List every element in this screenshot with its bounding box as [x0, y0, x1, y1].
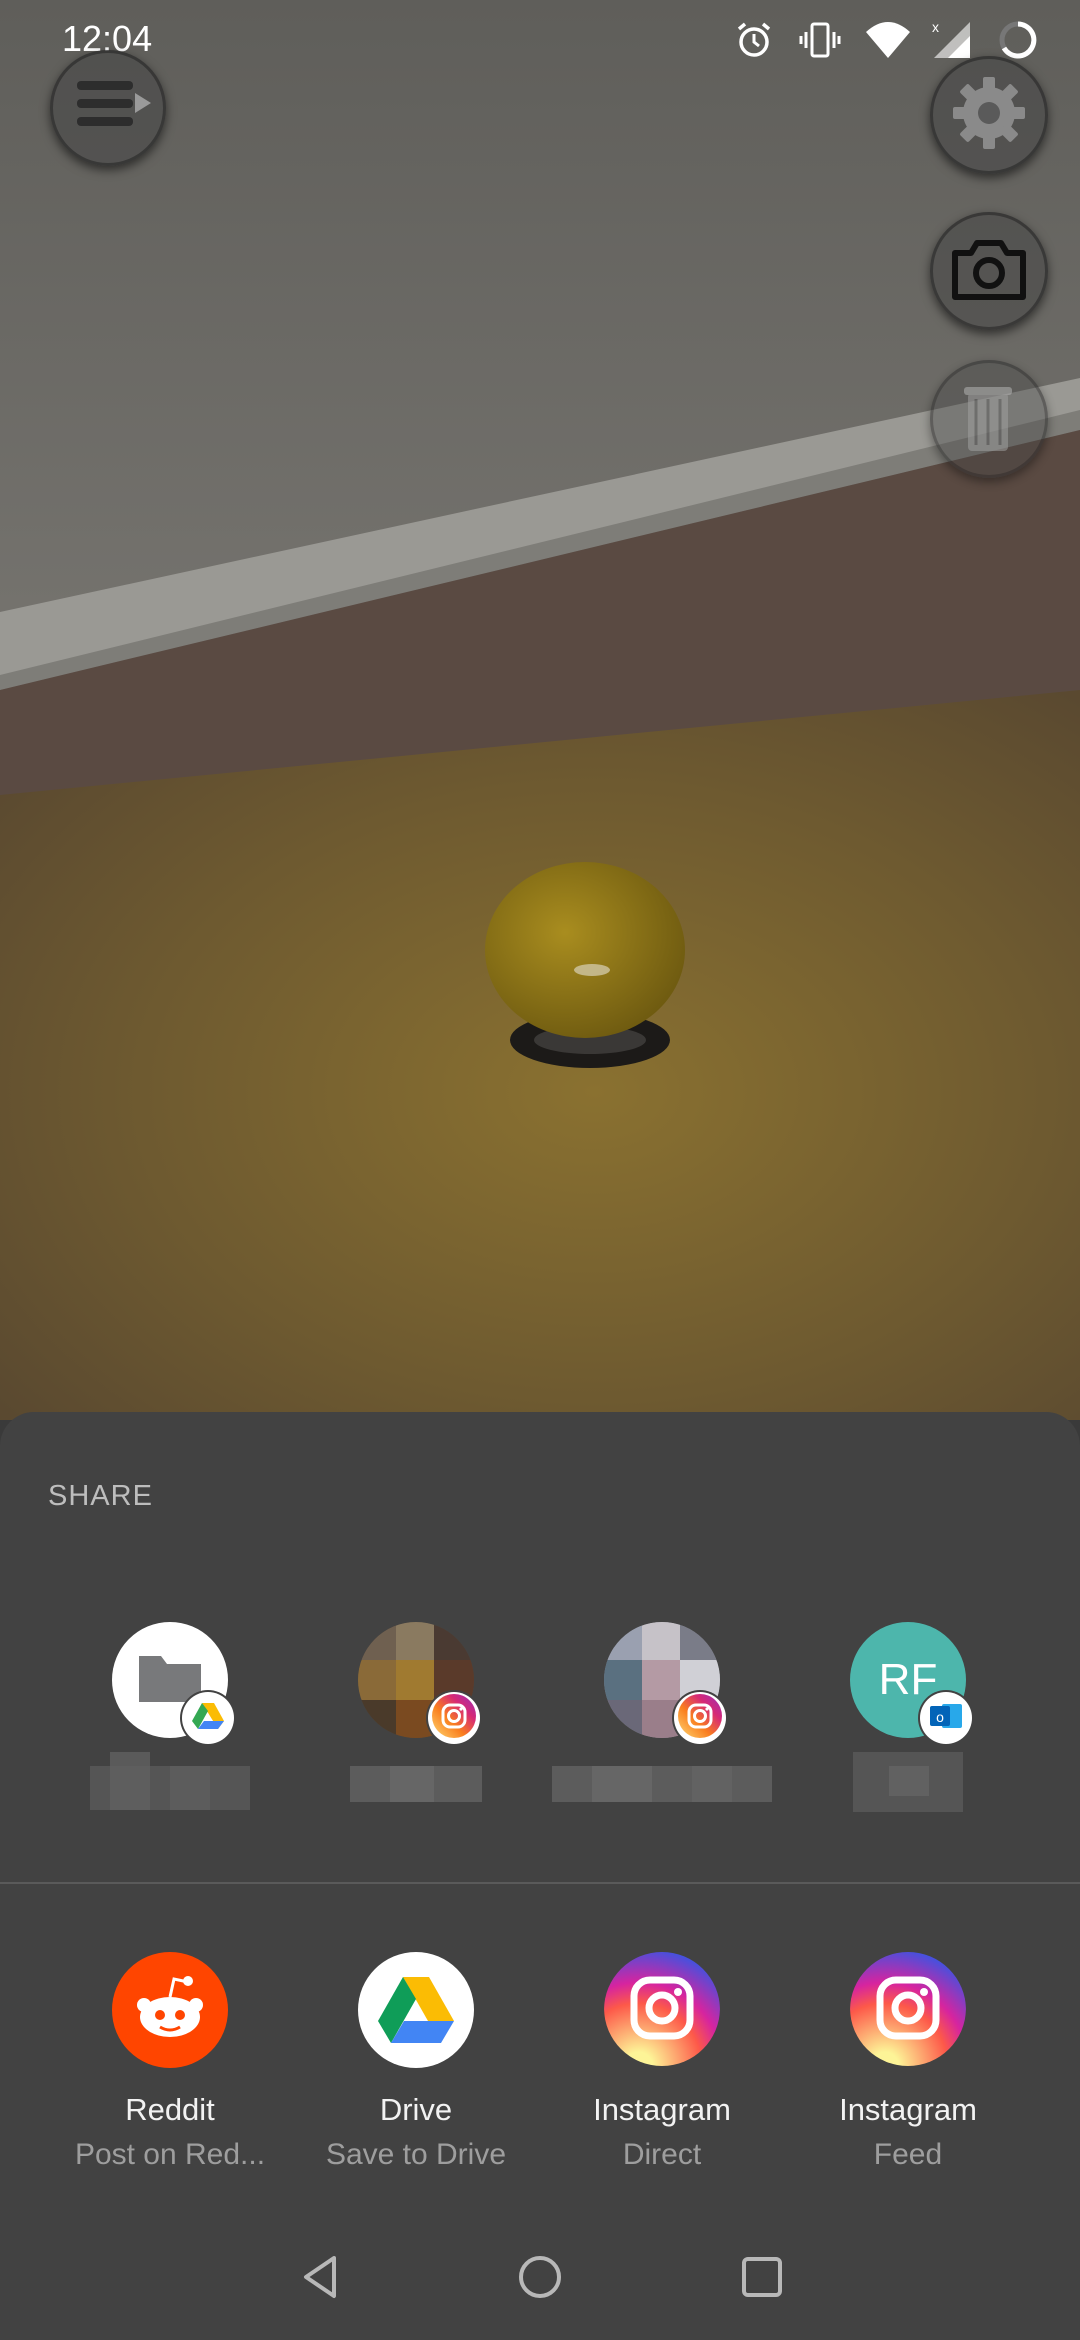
app-subtitle: Direct: [622, 2138, 702, 2171]
avatar: [358, 1622, 480, 1744]
cell-signal-icon: x: [930, 18, 974, 62]
status-bar: 12:04 x: [0, 0, 1080, 80]
redacted-contact-name: [90, 1752, 250, 1812]
share-sheet-title: SHARE: [48, 1480, 153, 1512]
app-subtitle: Save to Drive: [325, 2138, 507, 2171]
app-icon: [112, 1952, 228, 2068]
home-icon: [515, 2256, 565, 2306]
app-icon: [358, 1952, 474, 2068]
share-sheet: SHARE RF o Reddit Post on Red... Drive S…: [0, 1412, 1080, 2340]
back-icon: [296, 2256, 346, 2306]
app-icon: [604, 1952, 720, 2068]
avatar: RF o: [850, 1622, 972, 1744]
instagram-icon: [604, 1952, 720, 2068]
share-sheet-divider: [0, 1882, 1080, 1884]
drive-icon: [191, 1701, 225, 1736]
vibrate-icon: [798, 18, 842, 62]
trash-icon: [954, 377, 1024, 462]
menu-icon: [63, 71, 153, 146]
direct-share-target[interactable]: RF o: [785, 1622, 1031, 1862]
instagram-icon: [678, 1693, 722, 1743]
settings-button[interactable]: [930, 56, 1048, 174]
svg-text:o: o: [936, 1709, 944, 1725]
avatar: [112, 1622, 234, 1744]
app-subtitle: Post on Red...: [74, 2138, 266, 2171]
share-target-reddit[interactable]: Reddit Post on Red...: [47, 1952, 293, 2212]
camera-scene: [0, 0, 1080, 1420]
app-icon: [850, 1952, 966, 2068]
app-name: Instagram: [593, 2092, 731, 2127]
app-subtitle: Feed: [873, 2138, 943, 2171]
nav-recents-button[interactable]: [737, 2252, 787, 2302]
gear-icon: [947, 71, 1031, 160]
svg-text:x: x: [932, 19, 939, 35]
system-nav-bar: [0, 2222, 1080, 2332]
battery-icon: [996, 18, 1040, 62]
direct-share-target[interactable]: [539, 1622, 785, 1862]
nav-back-button[interactable]: [296, 2252, 346, 2302]
share-target-instagram-feed[interactable]: Instagram Feed: [785, 1952, 1031, 2212]
instagram-badge: [674, 1692, 726, 1744]
ar-camera-view[interactable]: [0, 0, 1080, 1420]
redacted-contact-name: [853, 1752, 963, 1812]
drive-icon: [376, 1973, 456, 2048]
share-target-drive[interactable]: Drive Save to Drive: [293, 1952, 539, 2212]
direct-share-target[interactable]: [47, 1622, 293, 1862]
instagram-badge: [428, 1692, 480, 1744]
app-name: Instagram: [839, 2092, 977, 2127]
outlook-badge: o: [920, 1692, 972, 1744]
alarm-icon: [732, 18, 776, 62]
share-target-instagram-direct[interactable]: Instagram Direct: [539, 1952, 785, 2212]
capture-photo-button[interactable]: [930, 212, 1048, 330]
wifi-icon: [864, 18, 910, 62]
menu-button[interactable]: [50, 50, 166, 166]
delete-button[interactable]: [930, 360, 1048, 478]
avatar: [604, 1622, 726, 1744]
app-name: Drive: [379, 2092, 453, 2127]
instagram-icon: [432, 1693, 476, 1743]
direct-share-row: RF o: [0, 1622, 1080, 1862]
reddit-icon: [130, 1973, 210, 2048]
recents-icon: [737, 2257, 787, 2306]
nav-home-button[interactable]: [515, 2252, 565, 2302]
direct-share-target[interactable]: [293, 1622, 539, 1862]
outlook-icon: o: [928, 1698, 964, 1739]
redacted-contact-name: [346, 1752, 486, 1812]
instagram-icon: [850, 1952, 966, 2068]
camera-icon: [949, 235, 1029, 308]
redacted-contact-name: [552, 1752, 772, 1812]
drive-badge: [182, 1692, 234, 1744]
app-targets-row: Reddit Post on Red... Drive Save to Driv…: [0, 1952, 1080, 2212]
app-name: Reddit: [125, 2092, 215, 2127]
